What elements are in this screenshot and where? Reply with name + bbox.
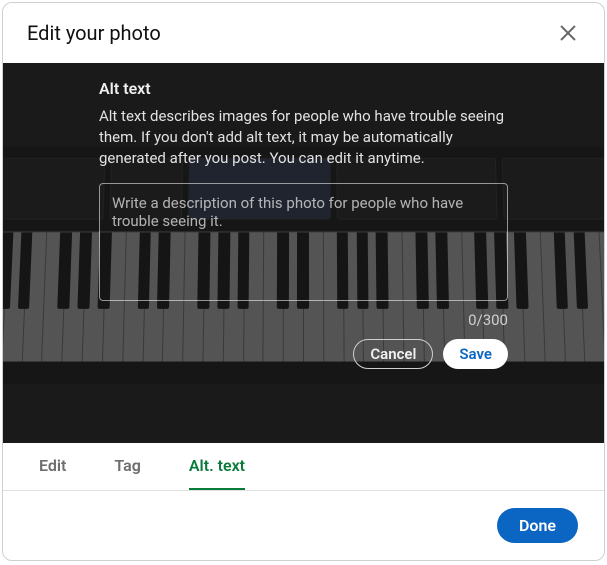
close-icon (557, 22, 579, 44)
alt-text-description: Alt text describes images for people who… (99, 106, 508, 169)
dialog-footer: Done (3, 491, 604, 560)
tab-alt-text[interactable]: Alt. text (189, 443, 245, 490)
tab-edit[interactable]: Edit (39, 443, 66, 490)
alt-text-panel: Alt text Alt text describes images for p… (99, 79, 508, 369)
character-count: 0/300 (99, 311, 508, 329)
alt-text-heading: Alt text (99, 79, 508, 98)
close-button[interactable] (552, 17, 584, 49)
cancel-button[interactable]: Cancel (353, 339, 433, 369)
dialog-header: Edit your photo (3, 3, 604, 63)
tab-tag[interactable]: Tag (114, 443, 140, 490)
dialog-title: Edit your photo (27, 21, 161, 45)
edit-photo-dialog: Edit your photo Alt text Alt text descri… (2, 2, 605, 561)
overlay-button-row: Cancel Save (99, 339, 508, 369)
tabs: Edit Tag Alt. text (3, 443, 604, 491)
alt-text-input[interactable] (99, 183, 508, 301)
photo-preview-area: Alt text Alt text describes images for p… (3, 63, 604, 443)
done-button[interactable]: Done (497, 508, 578, 543)
save-button[interactable]: Save (443, 339, 508, 369)
